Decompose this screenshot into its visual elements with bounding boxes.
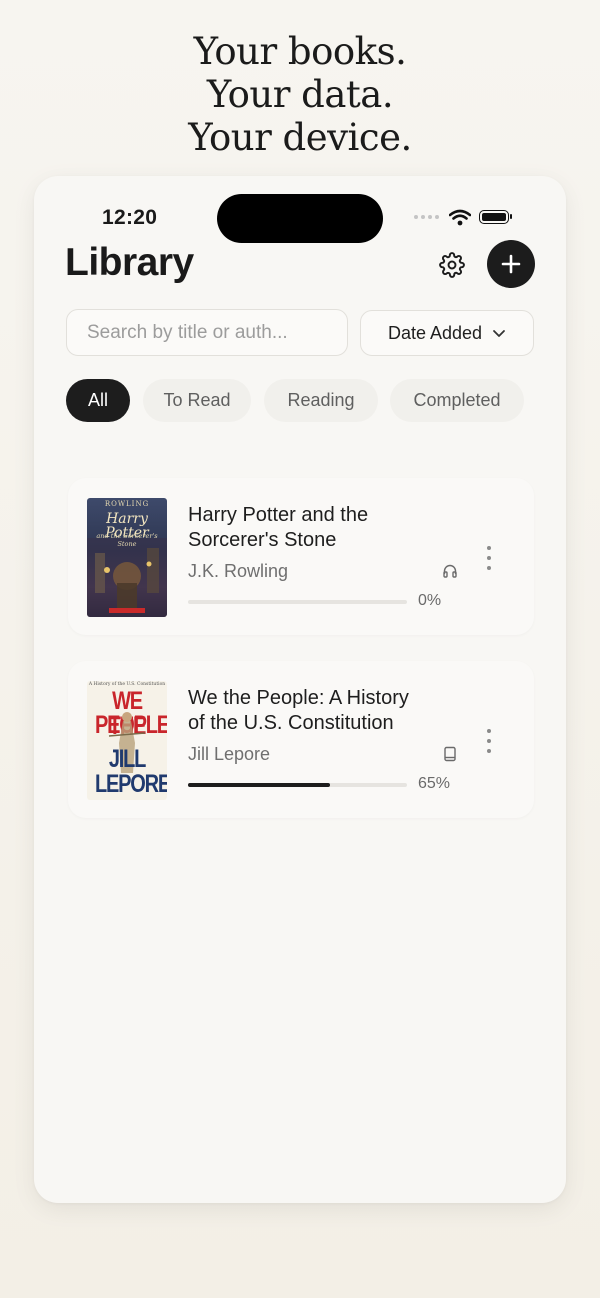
filter-tab-completed[interactable]: Completed — [390, 379, 524, 422]
gear-icon — [439, 252, 465, 278]
book-title[interactable]: Harry Potter and the Sorcerer's Stone — [188, 503, 458, 553]
progress-bar — [188, 783, 407, 787]
signal-icon — [414, 215, 439, 219]
book-title-line-1: Harry Potter and the — [188, 504, 369, 526]
book-card[interactable]: A History of the U.S. Constitution WE TH… — [68, 661, 534, 818]
status-icons — [414, 206, 512, 228]
book-title-line-1: We the People: A History — [188, 687, 409, 709]
battery-icon — [479, 210, 512, 224]
cover-subtitle-text: and the Sorcerer's Stone — [96, 532, 158, 548]
plus-icon — [501, 254, 521, 274]
headline-line-1: Your books. — [193, 30, 407, 73]
search-input[interactable]: Search by title or auth... — [66, 309, 348, 356]
cover-author-line-1: JILL — [108, 745, 147, 773]
filter-tab-reading[interactable]: Reading — [264, 379, 378, 422]
progress-bar — [188, 600, 407, 604]
marketing-headline: Your books. Your data. Your device. — [0, 30, 600, 159]
book-cover-harry-potter[interactable]: ROWLING Harry Potter and the Sorcerer's … — [87, 498, 167, 617]
chevron-down-icon — [493, 329, 505, 337]
cover-author-line-2: LEPORE — [95, 770, 167, 798]
book-author: Jill Lepore — [188, 744, 271, 764]
status-time: 12:20 — [102, 206, 158, 229]
book-card[interactable]: ROWLING Harry Potter and the Sorcerer's … — [68, 478, 534, 635]
book-title[interactable]: We the People: A History of the U.S. Con… — [188, 686, 458, 736]
book-cover-we-the-people[interactable]: A History of the U.S. Constitution WE TH… — [87, 681, 167, 800]
more-options-button[interactable] — [484, 546, 494, 570]
wifi-icon — [449, 209, 471, 225]
sort-label: Date Added — [387, 322, 483, 343]
headline-line-2: Your data. — [206, 73, 394, 116]
book-author: J.K. Rowling — [188, 561, 289, 581]
cover-author-text: ROWLING — [104, 500, 150, 508]
more-options-button[interactable] — [484, 729, 494, 753]
headphones-icon — [443, 564, 457, 578]
headline-line-3: Your device. — [188, 116, 412, 159]
phone-screen: 12:20 Library Search by title or auth...… — [34, 176, 566, 1203]
sort-dropdown[interactable]: Date Added — [360, 310, 534, 356]
page-title: Library — [65, 241, 194, 284]
progress-percent: 65% — [418, 775, 451, 792]
progress-percent: 0% — [418, 592, 442, 609]
filter-tab-to-read[interactable]: To Read — [143, 379, 251, 422]
book-icon — [444, 746, 456, 762]
book-title-line-2: of the U.S. Constitution — [188, 712, 394, 734]
filter-tab-all[interactable]: All — [66, 379, 130, 422]
progress-fill — [188, 783, 331, 787]
book-title-line-2: Sorcerer's Stone — [188, 529, 337, 551]
settings-button[interactable] — [436, 249, 468, 281]
add-book-button[interactable] — [487, 240, 535, 288]
dynamic-island — [217, 194, 383, 243]
